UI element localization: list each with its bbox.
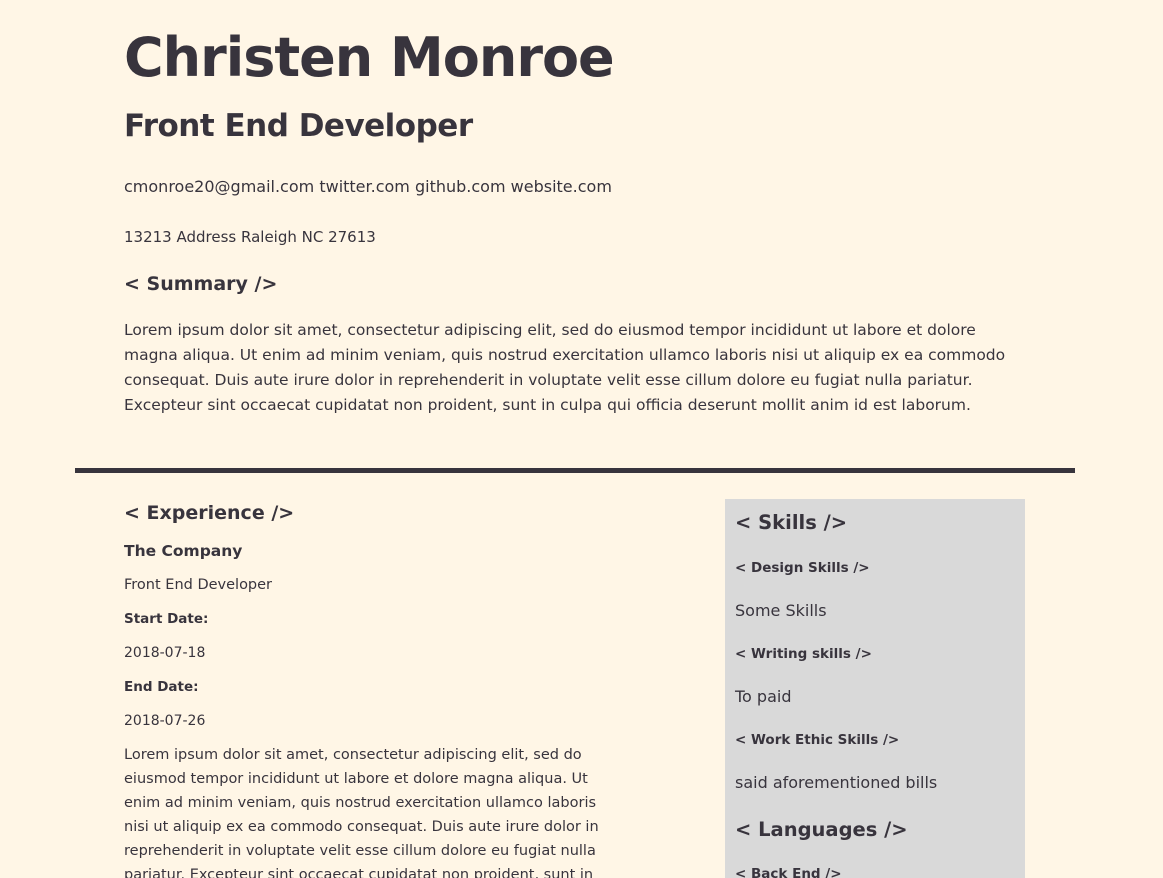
experience-heading: < Experience />: [124, 502, 295, 524]
end-date-label: End Date:: [124, 679, 199, 695]
resume-name: Christen Monroe: [124, 26, 615, 89]
writing-skills-value: To paid: [735, 687, 792, 706]
contact-links: cmonroe20@gmail.com twitter.com github.c…: [124, 176, 612, 198]
end-date-value: 2018-07-26: [124, 713, 206, 729]
summary-heading: < Summary />: [124, 273, 278, 295]
start-date-label: Start Date:: [124, 611, 209, 627]
design-skills-label: < Design Skills />: [735, 560, 870, 576]
email-link[interactable]: cmonroe20@gmail.com: [124, 177, 314, 196]
start-date-value: 2018-07-18: [124, 645, 206, 661]
github-link[interactable]: github.com: [415, 177, 506, 196]
company-name: The Company: [124, 542, 243, 560]
work-ethic-skills-label: < Work Ethic Skills />: [735, 732, 900, 748]
design-skills-value: Some Skills: [735, 601, 827, 620]
skills-heading: < Skills />: [735, 511, 848, 534]
summary-text: Lorem ipsum dolor sit amet, consectetur …: [124, 321, 1006, 414]
section-divider: [75, 468, 1075, 473]
skills-sidebar: < Skills /> < Design Skills /> Some Skil…: [725, 499, 1025, 878]
experience-description: Lorem ipsum dolor sit amet, consectetur …: [124, 747, 599, 878]
work-ethic-skills-value: said aforementioned bills: [735, 773, 938, 792]
website-link[interactable]: website.com: [511, 177, 612, 196]
languages-heading: < Languages />: [735, 818, 908, 841]
back-end-label: < Back End />: [735, 866, 842, 878]
writing-skills-label: < Writing skills />: [735, 646, 872, 662]
twitter-link[interactable]: twitter.com: [319, 177, 410, 196]
resume-page: Christen Monroe Front End Developer cmon…: [0, 0, 1163, 878]
resume-job-title: Front End Developer: [124, 108, 473, 144]
position-title: Front End Developer: [124, 577, 273, 593]
address: 13213 Address Raleigh NC 27613: [124, 228, 376, 246]
